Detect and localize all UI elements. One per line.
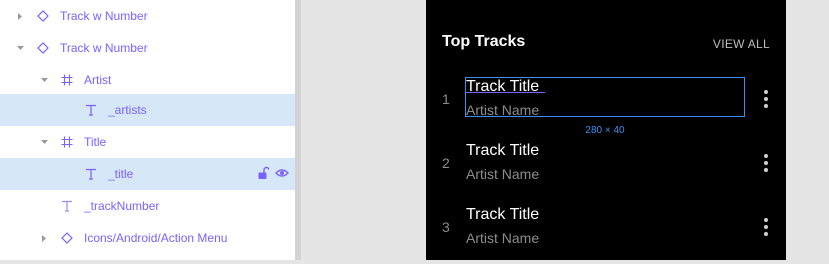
text-icon <box>83 166 99 182</box>
layer-row-title-text[interactable]: _title <box>0 158 301 190</box>
chevron-right-icon[interactable] <box>39 233 49 243</box>
track-artist: Artist Name <box>466 230 540 246</box>
track-number: 3 <box>442 219 450 235</box>
text-icon <box>59 198 75 214</box>
track-number: 2 <box>442 155 450 171</box>
layer-label: _trackNumber <box>84 199 160 213</box>
layer-label: _title <box>108 167 134 181</box>
component-instance-icon <box>35 40 51 56</box>
track-row[interactable]: 2 Track Title Artist Name <box>426 136 786 200</box>
layer-row-artist[interactable]: Artist <box>0 64 295 96</box>
frame-icon <box>59 72 75 88</box>
layer-label: Track w Number <box>60 9 148 23</box>
track-title: Track Title <box>466 142 540 159</box>
layer-row-track-number-text[interactable]: _trackNumber <box>0 190 295 222</box>
layer-label: Icons/Android/Action Menu <box>84 231 228 245</box>
more-vert-icon[interactable] <box>762 90 770 108</box>
layer-label: Title <box>84 135 107 149</box>
eye-icon[interactable] <box>275 166 289 183</box>
layers-panel: Track w Number Track w Number Artist _ar… <box>0 0 301 260</box>
track-artist: Artist Name <box>466 166 540 182</box>
layers-scrollbar[interactable] <box>295 0 301 260</box>
layer-row-title[interactable]: Title <box>0 126 295 158</box>
row-actions <box>257 166 289 183</box>
frame-icon <box>59 134 75 150</box>
track-number: 1 <box>442 91 450 107</box>
layer-label: Artist <box>84 73 112 87</box>
top-tracks-frame[interactable]: Top Tracks VIEW ALL 1 Track Title Artist… <box>426 0 786 260</box>
dimension-label: 280 × 40 <box>585 125 625 136</box>
layer-row-artists-text[interactable]: _artists <box>0 94 301 126</box>
chevron-down-icon[interactable] <box>39 137 49 147</box>
component-instance-icon <box>59 230 75 246</box>
chevron-down-icon[interactable] <box>39 75 49 85</box>
layer-label: _artists <box>108 103 147 117</box>
more-vert-icon[interactable] <box>762 218 770 236</box>
layer-label: Track w Number <box>60 41 148 55</box>
track-row[interactable]: 3 Track Title Artist Name <box>426 200 786 264</box>
chevron-down-icon[interactable] <box>15 43 25 53</box>
unlock-icon[interactable] <box>257 166 270 183</box>
layer-row-track-w-number[interactable]: Track w Number <box>0 32 295 64</box>
component-instance-icon <box>35 8 51 24</box>
text-icon <box>83 102 99 118</box>
section-title: Top Tracks <box>442 33 526 50</box>
layer-row-action-menu[interactable]: Icons/Android/Action Menu <box>0 222 295 254</box>
track-title: Track Title <box>466 78 540 95</box>
track-title: Track Title <box>466 206 540 223</box>
text-hover-underline <box>465 92 545 93</box>
view-all-button[interactable]: VIEW ALL <box>713 37 770 51</box>
chevron-right-icon[interactable] <box>15 11 25 21</box>
track-artist: Artist Name <box>466 102 540 118</box>
more-vert-icon[interactable] <box>762 154 770 172</box>
layer-row-track-w-number[interactable]: Track w Number <box>0 0 295 32</box>
